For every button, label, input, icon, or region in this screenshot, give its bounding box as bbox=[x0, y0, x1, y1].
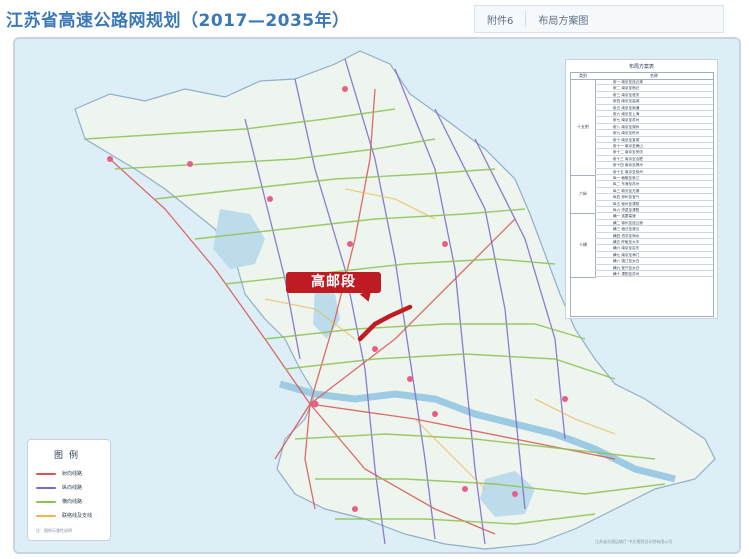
legend-swatch-radial bbox=[36, 472, 56, 475]
legend-note: 注：图例示意性说明 bbox=[36, 528, 72, 533]
legend-swatch-connector bbox=[36, 514, 56, 517]
legend-label-connector: 联络线及支线 bbox=[62, 513, 93, 519]
legend-label-radial: 射向线路 bbox=[62, 471, 83, 477]
legend-item-horizontal: 横向线路 bbox=[36, 498, 82, 505]
layout-table-group-horizontal: 十横 bbox=[571, 213, 596, 279]
legend-title: 图例 bbox=[53, 451, 84, 461]
layout-table-group-vertical: 六纵 bbox=[571, 175, 596, 215]
legend-item-vertical: 纵向线路 bbox=[36, 484, 82, 491]
page: 江苏省高速公路网规划（2017—2035年） 附件6 布局方案图 布局方案表 类… bbox=[0, 0, 750, 559]
legend-swatch-horizontal bbox=[36, 500, 56, 503]
map-legend: 图例 射向线路 纵向线路 横向线路 联络线及支线 注：图例示意性说明 bbox=[27, 439, 111, 541]
layout-table-row: 横十 溧阳至苏州 bbox=[595, 271, 713, 278]
legend-swatch-vertical bbox=[36, 486, 56, 489]
map-footer: 江苏省交通运输厅 中交规划设计院有限公司 bbox=[595, 539, 673, 544]
legend-item-connector: 联络线及支线 bbox=[36, 512, 92, 519]
page-title: 江苏省高速公路网规划（2017—2035年） bbox=[6, 11, 350, 31]
legend-label-horizontal: 横向线路 bbox=[62, 499, 83, 505]
layout-table-group-radial: 十五射 bbox=[571, 79, 596, 176]
layout-table-title: 布局方案表 bbox=[628, 64, 654, 70]
layout-table-grid: 类别 名称 十五射 六纵 十横 射一 南京至连云港 射二 南京至宿迁 射三 南京至淮… bbox=[570, 72, 714, 317]
layout-tag: 布局方案图 bbox=[538, 15, 589, 27]
gaoyou-callout[interactable]: 高邮段 bbox=[286, 272, 381, 293]
legend-label-vertical: 纵向线路 bbox=[62, 485, 83, 491]
legend-item-radial: 射向线路 bbox=[36, 470, 82, 477]
header-badge: 附件6 布局方案图 bbox=[474, 5, 724, 33]
attachment-tag: 附件6 bbox=[487, 15, 514, 27]
map-frame[interactable]: 布局方案表 类别 名称 十五射 六纵 十横 射一 南京至连云港 射二 南京至宿迁射… bbox=[13, 37, 741, 554]
layout-table: 布局方案表 类别 名称 十五射 六纵 十横 射一 南京至连云港 射二 南京至宿迁射… bbox=[565, 59, 718, 319]
